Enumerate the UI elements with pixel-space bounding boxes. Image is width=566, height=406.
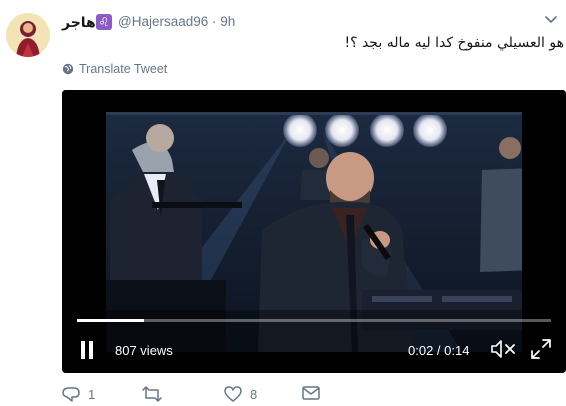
fullscreen-icon[interactable] xyxy=(530,338,552,360)
heart-icon xyxy=(224,386,242,402)
video-frame xyxy=(62,90,566,373)
handle-line: @Hajersaad96 · 9h xyxy=(118,14,235,29)
globe-icon xyxy=(62,63,74,75)
pause-icon[interactable] xyxy=(80,340,94,360)
like-action[interactable]: 8 xyxy=(224,386,257,402)
reply-icon xyxy=(62,387,80,402)
tweet-header: هاجر ♌ @Hajersaad96 · 9h xyxy=(62,12,562,32)
tweet-actions: 1 8 xyxy=(62,386,542,406)
leo-badge-icon: ♌ xyxy=(96,14,112,30)
time-display: 0:02 / 0:14 xyxy=(408,343,470,358)
view-count: 807 views xyxy=(115,343,173,358)
retweet-icon xyxy=(142,386,162,402)
progress-fill xyxy=(77,319,145,322)
message-action[interactable] xyxy=(302,386,320,400)
display-name[interactable]: هاجر xyxy=(62,14,96,31)
tweet-text: هو العسيلي منفوخ كدا ليه ماله بجد ؟! xyxy=(344,35,564,51)
separator-dot: · xyxy=(212,14,217,29)
reply-action[interactable]: 1 xyxy=(62,386,95,402)
volume-muted-icon[interactable] xyxy=(490,338,518,360)
video-player[interactable]: 807 views 0:02 / 0:14 xyxy=(62,90,566,373)
retweet-action[interactable] xyxy=(142,386,170,402)
user-handle[interactable]: @Hajersaad96 xyxy=(118,14,208,29)
translate-label: Translate Tweet xyxy=(79,62,168,76)
progress-bar[interactable] xyxy=(77,319,551,322)
translate-tweet-link[interactable]: Translate Tweet xyxy=(62,62,167,76)
reply-count: 1 xyxy=(88,387,96,402)
envelope-icon xyxy=(302,386,320,400)
current-time: 0:02 xyxy=(408,343,434,358)
chevron-down-icon[interactable] xyxy=(544,12,558,26)
avatar[interactable] xyxy=(6,13,50,57)
like-count: 8 xyxy=(250,387,258,402)
timestamp[interactable]: 9h xyxy=(220,14,235,29)
duration: 0:14 xyxy=(444,343,470,358)
avatar-image xyxy=(6,13,50,57)
